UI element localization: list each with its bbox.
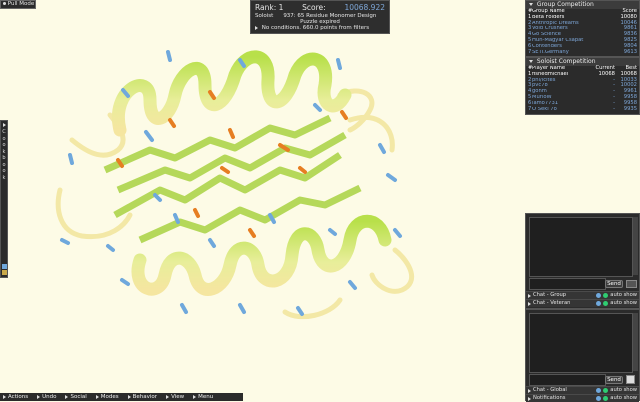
menu-item-actions[interactable]: Actions: [0, 394, 34, 400]
helix-top: [111, 50, 352, 137]
menu-item-view[interactable]: View: [163, 394, 190, 400]
chat-global-log[interactable]: [529, 313, 633, 373]
cookbook-label: Cookbook: [1, 129, 7, 181]
auto-show-label[interactable]: auto show: [610, 292, 637, 299]
menu-item-menu[interactable]: Menu: [190, 394, 219, 400]
expand-arrow-icon[interactable]: [528, 396, 531, 401]
chat-tab[interactable]: Chat - Global auto show: [526, 386, 639, 394]
chat-toggle-icon[interactable]: [603, 293, 609, 298]
menu-item-label: Modes: [100, 394, 119, 400]
menu-arrow-icon: [65, 395, 69, 399]
expand-arrow-icon[interactable]: [255, 25, 258, 30]
pull-mode-button[interactable]: Pull Mode: [0, 0, 36, 9]
menu-item-modes[interactable]: Modes: [93, 394, 125, 400]
cookbook-letter: k: [2, 174, 6, 181]
group-row[interactable]: 7 SETI.Germany 9613: [526, 48, 639, 56]
menu-item-label: Social: [70, 394, 87, 400]
menu-arrow-icon: [166, 395, 170, 399]
chat-group-send-button[interactable]: Send: [605, 280, 623, 288]
chat-global-send-button[interactable]: Send: [605, 376, 623, 384]
chat-settings-icon[interactable]: [626, 375, 635, 384]
chat-group-log[interactable]: [529, 217, 633, 277]
chat-toggle-icon[interactable]: [603, 388, 609, 393]
score-value: 10068.922: [344, 3, 385, 12]
menu-item-label: Menu: [198, 394, 214, 400]
auto-show-label[interactable]: auto show: [610, 300, 637, 307]
group-competition-title: Group Competition: [536, 1, 594, 8]
menu-item-label: Undo: [42, 394, 57, 400]
menu-arrow-icon: [193, 395, 197, 399]
cookbook-tab[interactable]: Cookbook: [0, 120, 8, 278]
auto-show-label[interactable]: auto show: [610, 387, 637, 394]
group-score: 9613: [623, 48, 637, 55]
chat-tab-label: Chat - Group: [533, 292, 567, 298]
chat-status-icon[interactable]: [596, 396, 602, 401]
pull-mode-label: Pull Mode: [7, 1, 35, 7]
menu-item-social[interactable]: Social: [62, 394, 92, 400]
menu-item-undo[interactable]: Undo: [34, 394, 62, 400]
player-current: -: [613, 105, 615, 112]
menu-arrow-icon: [3, 395, 6, 399]
chat-global-input[interactable]: [529, 374, 606, 386]
chat-scrollbar[interactable]: [633, 313, 638, 371]
chat-tab[interactable]: Chat - Veteran auto show: [526, 299, 639, 307]
recipe-icon[interactable]: [2, 264, 7, 269]
chat-group-panel: Send Chat - Group auto show Chat - Veteran…: [525, 213, 640, 309]
chat-global-panel: Send Chat - Global auto show Notifications…: [525, 309, 640, 402]
menu-item-label: Behavior: [132, 394, 158, 400]
loop-backbone: [55, 88, 415, 320]
chat-tab[interactable]: Chat - Group auto show: [526, 291, 639, 299]
expand-arrow-icon[interactable]: [528, 301, 531, 306]
menu-arrow-icon: [95, 395, 99, 399]
chat-toggle-icon[interactable]: [603, 301, 609, 306]
conditions-text: No conditions. 660.0 points from filters: [261, 25, 370, 31]
soloist-competition-header[interactable]: Soloist Competition: [526, 58, 639, 66]
menu-item-label: View: [171, 394, 185, 400]
player-name: O Seki 7o: [532, 106, 557, 112]
menu-item-behavior[interactable]: Behavior: [125, 394, 163, 400]
score-label: Score:: [302, 3, 326, 12]
bottom-menu-bar: Actions Undo Social Modes Behavior View Menu: [0, 393, 243, 401]
chat-status-icon[interactable]: [596, 388, 602, 393]
recipe-icon[interactable]: [2, 270, 7, 275]
role-label: Soloist: [255, 13, 274, 19]
chat-toggle-icon[interactable]: [603, 396, 609, 401]
menu-item-label: Actions: [8, 394, 29, 400]
player-best: 9935: [623, 105, 637, 112]
rank-label: Rank: 1: [255, 3, 284, 12]
chat-status-icon[interactable]: [596, 293, 602, 298]
chat-tab-label: Chat - Global: [533, 387, 567, 393]
collapse-arrow-icon[interactable]: [529, 60, 533, 63]
expand-arrow-icon[interactable]: [528, 388, 531, 393]
soloist-row[interactable]: 7O Seki 7o -9935: [526, 105, 639, 113]
mode-icon: [3, 2, 6, 5]
soloist-competition-title: Soloist Competition: [536, 58, 596, 65]
chat-scrollbar[interactable]: [633, 217, 638, 275]
expand-arrow-icon[interactable]: [528, 293, 531, 298]
menu-arrow-icon: [127, 395, 131, 399]
score-panel: Rank: 1 Score: 10068.922 Soloist 937: 65…: [250, 0, 390, 34]
menu-arrow-icon: [37, 395, 41, 399]
chat-status-icon[interactable]: [596, 301, 602, 306]
chat-tab-label: Chat - Veteran: [533, 300, 571, 306]
group-competition-panel: Group Competition # Group Name Score 1 Be…: [525, 0, 640, 57]
cookbook-arrow-icon[interactable]: [2, 123, 6, 127]
collapse-arrow-icon[interactable]: [529, 3, 533, 6]
helix-bottom: [131, 214, 392, 296]
group-name: SETI.Germany: [532, 49, 569, 55]
chat-settings-icon[interactable]: [626, 280, 637, 288]
conditions-row[interactable]: No conditions. 660.0 points from filters: [255, 25, 385, 31]
chat-group-input[interactable]: [529, 278, 606, 290]
soloist-competition-panel: Soloist Competition # Player Name Curren…: [525, 57, 640, 115]
